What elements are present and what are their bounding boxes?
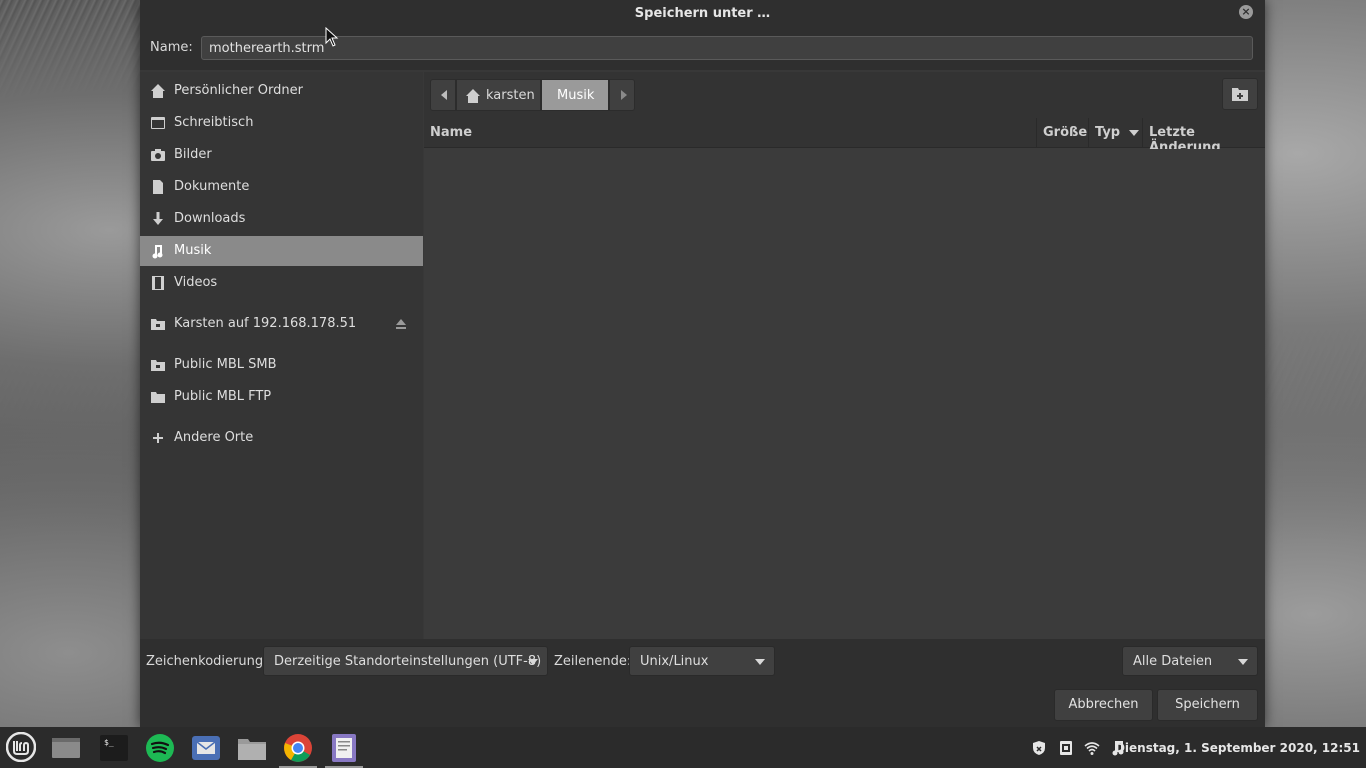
- name-row: Name:: [140, 28, 1265, 70]
- sidebar-item-label: Dokumente: [174, 179, 250, 194]
- path-segment-label: karsten: [486, 88, 535, 103]
- sidebar-item-label: Public MBL FTP: [174, 389, 272, 404]
- sidebar-item-other-locations[interactable]: Andere Orte: [140, 423, 423, 453]
- mouse-cursor-icon: [325, 27, 339, 47]
- path-segment-label: Musik: [557, 88, 595, 103]
- dialog-footer: Zeichenkodierung: Derzeitige Standortein…: [140, 639, 1265, 727]
- files-icon[interactable]: [237, 733, 267, 763]
- close-icon[interactable]: ×: [1239, 5, 1253, 19]
- document-icon: [153, 180, 163, 194]
- path-bar: karsten Musik: [424, 72, 1265, 118]
- sidebar-item-music[interactable]: Musik: [140, 236, 423, 266]
- lineend-label: Zeilenende:: [554, 654, 632, 669]
- mail-icon[interactable]: [191, 733, 221, 763]
- sidebar-item-home[interactable]: Persönlicher Ordner: [140, 76, 423, 106]
- dialog-title: Speichern unter …: [634, 6, 771, 21]
- sidebar-item-label: Musik: [174, 243, 212, 258]
- chevron-down-icon: [528, 659, 538, 665]
- text-editor-icon[interactable]: [329, 733, 359, 763]
- sort-down-icon: [1128, 129, 1139, 136]
- clock[interactable]: Dienstag, 1. September 2020, 12:51: [1115, 741, 1360, 755]
- sidebar-item-label: Karsten auf 192.168.178.51: [174, 316, 357, 331]
- shield-icon[interactable]: [1031, 740, 1047, 756]
- column-type[interactable]: Typ: [1088, 118, 1142, 148]
- sidebar-item-network-karsten[interactable]: Karsten auf 192.168.178.51: [140, 309, 423, 339]
- new-folder-button[interactable]: [1222, 78, 1258, 110]
- column-modified[interactable]: Letzte Änderung: [1142, 118, 1265, 155]
- sidebar-item-public-ftp[interactable]: Public MBL FTP: [140, 382, 423, 412]
- sidebar-item-public-smb[interactable]: Public MBL SMB: [140, 350, 423, 380]
- chevron-left-icon: [441, 90, 447, 100]
- column-size[interactable]: Größe: [1036, 118, 1088, 148]
- save-button[interactable]: Speichern: [1157, 689, 1258, 721]
- folder-icon: [151, 392, 165, 403]
- column-name[interactable]: Name: [430, 118, 472, 148]
- path-segment-musik[interactable]: Musik: [541, 79, 609, 111]
- music-icon: [152, 245, 163, 259]
- column-header: Name Größe Typ Letzte Änderung: [424, 118, 1265, 155]
- sidebar-item-desktop[interactable]: Schreibtisch: [140, 108, 423, 138]
- eject-icon[interactable]: [394, 317, 408, 331]
- sidebar-item-downloads[interactable]: Downloads: [140, 204, 423, 234]
- sidebar-item-label: Andere Orte: [174, 430, 254, 445]
- save-dialog: Speichern unter … × Name: Persönlicher O…: [140, 0, 1265, 727]
- cancel-button[interactable]: Abbrechen: [1054, 689, 1153, 721]
- mint-menu-icon[interactable]: [6, 732, 36, 762]
- sidebar-item-pictures[interactable]: Bilder: [140, 140, 423, 170]
- file-filter-value: Alle Dateien: [1133, 654, 1213, 669]
- sidebar-item-videos[interactable]: Videos: [140, 268, 423, 298]
- name-label: Name:: [150, 40, 193, 55]
- camera-icon: [151, 149, 165, 161]
- file-browser: karsten Musik Name Größe Typ Letzte Ände…: [424, 72, 1265, 639]
- sidebar-item-label: Public MBL SMB: [174, 357, 277, 372]
- home-icon: [466, 89, 480, 103]
- chevron-down-icon: [1238, 659, 1248, 665]
- wifi-icon[interactable]: [1084, 740, 1100, 756]
- download-icon: [153, 212, 163, 225]
- home-icon: [151, 84, 165, 98]
- desktop-icon: [151, 117, 165, 129]
- path-scroll-left-button[interactable]: [430, 79, 456, 111]
- chrome-icon[interactable]: [283, 733, 313, 763]
- network-folder-icon: [151, 360, 165, 371]
- sidebar-item-label: Bilder: [174, 147, 212, 162]
- taskbar: $_ Dienstag, 1. September 2020, 12:51: [0, 727, 1366, 768]
- file-filter-select[interactable]: Alle Dateien: [1122, 646, 1258, 676]
- chevron-right-icon: [621, 90, 627, 100]
- encoding-label: Zeichenkodierung:: [146, 654, 268, 669]
- places-sidebar: Persönlicher Ordner Schreibtisch Bilder …: [140, 72, 423, 639]
- sidebar-item-documents[interactable]: Dokumente: [140, 172, 423, 202]
- filename-input[interactable]: [201, 36, 1253, 60]
- chevron-down-icon: [755, 659, 765, 665]
- path-scroll-right-button[interactable]: [609, 79, 635, 111]
- plus-icon: [153, 433, 163, 443]
- spotify-icon[interactable]: [145, 733, 175, 763]
- titlebar[interactable]: Speichern unter … ×: [140, 0, 1265, 28]
- terminal-glyph: $_: [104, 738, 114, 747]
- encoding-value: Derzeitige Standorteinstellungen (UTF-8): [274, 654, 542, 669]
- sidebar-item-label: Schreibtisch: [174, 115, 254, 130]
- sidebar-item-label: Downloads: [174, 211, 246, 226]
- sidebar-item-label: Videos: [174, 275, 218, 290]
- network-folder-icon: [151, 319, 165, 330]
- terminal-icon[interactable]: $_: [99, 733, 129, 763]
- sidebar-item-label: Persönlicher Ordner: [174, 83, 303, 98]
- lineend-value: Unix/Linux: [640, 654, 709, 669]
- path-segment-karsten[interactable]: karsten: [456, 79, 541, 111]
- show-desktop-icon[interactable]: [51, 733, 81, 763]
- new-folder-icon: [1232, 88, 1248, 101]
- lineend-select[interactable]: Unix/Linux: [629, 646, 775, 676]
- file-list[interactable]: [424, 149, 1265, 639]
- column-type-label: Typ: [1095, 125, 1121, 140]
- film-icon: [152, 276, 164, 290]
- clipboard-icon[interactable]: [1058, 740, 1074, 756]
- encoding-select[interactable]: Derzeitige Standorteinstellungen (UTF-8): [263, 646, 548, 676]
